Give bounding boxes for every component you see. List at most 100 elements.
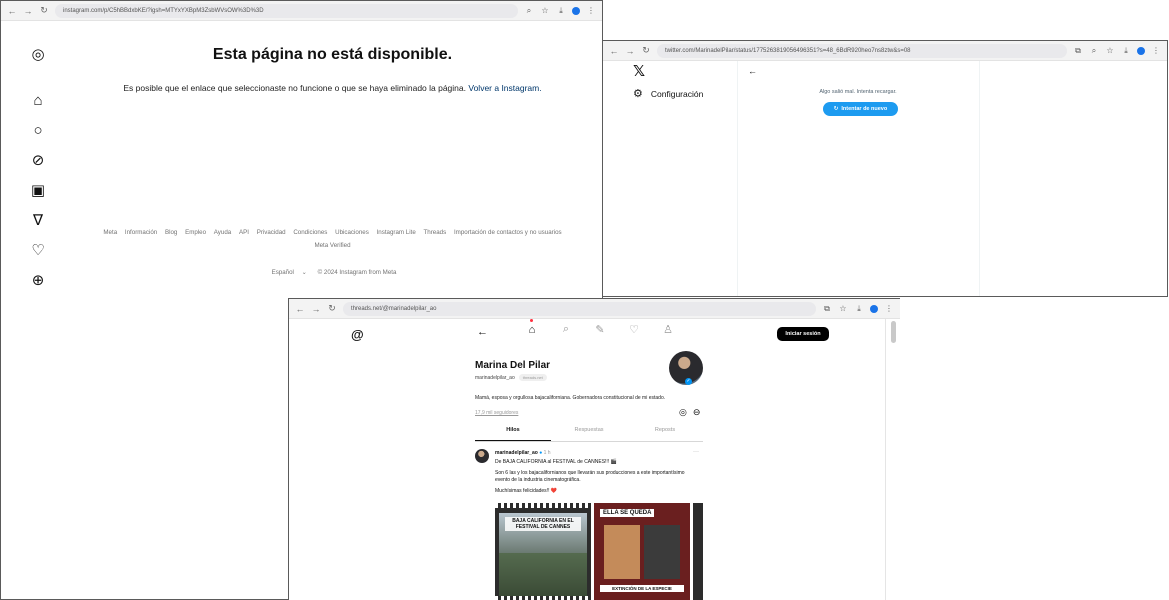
bookmark-star-icon[interactable]: ☆ <box>1105 46 1115 55</box>
refresh-icon: ↻ <box>833 106 839 112</box>
footer-link[interactable]: Ayuda <box>214 229 231 236</box>
footer: Meta Información Blog Empleo Ayuda API P… <box>61 226 602 279</box>
image-city <box>499 553 587 597</box>
footer-link[interactable]: Blog <box>165 229 177 236</box>
post-image-partial[interactable] <box>693 503 703 600</box>
post-image-cannes[interactable]: BAJA CALIFORNIA EN EL FESTIVAL DE CANNES <box>495 503 591 600</box>
back-arrow-icon[interactable]: ← <box>477 326 488 338</box>
footer-link[interactable]: Threads <box>424 229 447 236</box>
footer-link[interactable]: Información <box>125 229 157 236</box>
search-icon[interactable]: ⌕ <box>559 323 573 336</box>
settings-label: Configuración <box>650 88 704 99</box>
address-bar[interactable]: threads.net/@marinadelpilar_ao <box>343 301 816 316</box>
profile-avatar-icon[interactable] <box>870 304 878 313</box>
image-caption: EXTINCIÓN DE LA ESPECIE <box>600 585 684 592</box>
verified-badge-icon: ● <box>539 450 543 456</box>
explore-icon[interactable]: ⊘ <box>27 149 49 171</box>
footer-link[interactable]: Meta Verified <box>314 242 350 249</box>
reload-icon[interactable]: ↻ <box>39 5 49 16</box>
poster-photo <box>644 525 680 579</box>
zoom-icon[interactable]: ⌕ <box>524 6 534 16</box>
scrollbar-track <box>885 319 886 600</box>
menu-dots-icon[interactable]: ⋮ <box>586 6 596 15</box>
profile-actions: ◎ ⊖ <box>679 407 700 418</box>
gear-icon: ⚙ <box>633 88 643 100</box>
menu-dots-icon[interactable]: ⋮ <box>884 304 894 313</box>
address-bar[interactable]: instagram.com/p/C5hBBdxbKE/?igsh=MTYxYXB… <box>55 3 518 18</box>
poster-photo <box>604 525 640 579</box>
twitter-browser-toolbar: ← → ↻ twitter.com/MarinadelPilar/status/… <box>603 41 1167 61</box>
footer-link[interactable]: Instagram Lite <box>377 229 416 236</box>
heart-icon[interactable]: ♡ <box>627 323 641 336</box>
home-icon[interactable]: ⌂ <box>525 318 539 336</box>
zoom-icon[interactable]: ⌕ <box>1089 46 1099 56</box>
profile-handle-row: marinadelpilar_ao threads.net <box>475 374 547 381</box>
post-image-ella-se-queda[interactable]: ELLA SE QUEDA EXTINCIÓN DE LA ESPECIE <box>594 503 690 600</box>
footer-link[interactable]: Ubicaciones <box>335 229 369 236</box>
settings-link[interactable]: ⚙ Configuración <box>633 87 703 100</box>
instagram-logo-icon[interactable]: ◎ <box>27 43 49 65</box>
forward-icon[interactable]: → <box>625 46 635 56</box>
forward-icon[interactable]: → <box>311 304 321 314</box>
bookmark-star-icon[interactable]: ☆ <box>540 6 550 15</box>
post-username[interactable]: marinadelpilar_ao <box>495 450 538 456</box>
footer-link[interactable]: Privacidad <box>257 229 286 236</box>
post-line: Muchísimas felicidades!! ❤️ <box>495 488 558 494</box>
profile-avatar-icon[interactable] <box>1137 46 1145 55</box>
footer-link[interactable]: Meta <box>103 229 117 236</box>
reels-icon[interactable]: ▣ <box>27 179 49 201</box>
bookmark-star-icon[interactable]: ☆ <box>838 304 848 313</box>
threads-logo-icon[interactable]: @ <box>351 327 364 342</box>
threads-window: ← → ↻ threads.net/@marinadelpilar_ao ⧉ ☆… <box>288 298 900 600</box>
back-icon[interactable]: ← <box>295 304 305 314</box>
menu-dots-icon[interactable]: ⋮ <box>1151 46 1161 55</box>
reload-icon[interactable]: ↻ <box>327 303 337 314</box>
notifications-heart-icon[interactable]: ♡ <box>27 239 49 261</box>
footer-link[interactable]: API <box>239 229 249 236</box>
profile-bio: Mamá, esposa y orgullosa bajacalifornian… <box>475 395 666 401</box>
forward-icon[interactable]: → <box>23 6 33 16</box>
home-icon[interactable]: ⌂ <box>27 89 49 111</box>
open-in-app-icon[interactable]: ⧉ <box>822 304 832 314</box>
retry-label: Intentar de nuevo <box>841 106 888 112</box>
address-bar[interactable]: twitter.com/MarinadelPilar/status/177526… <box>657 43 1067 58</box>
tab-reposts[interactable]: Reposts <box>627 427 703 441</box>
error-message: Es posible que el enlace que seleccionas… <box>61 83 602 93</box>
login-button[interactable]: Iniciar sesión <box>777 327 829 341</box>
footer-links-row2: Meta Verified <box>61 239 602 252</box>
open-in-app-icon[interactable]: ⧉ <box>1073 46 1083 56</box>
profile-avatar-icon[interactable] <box>572 6 580 15</box>
back-to-instagram-link[interactable]: Volver a Instagram. <box>468 83 541 93</box>
footer-link[interactable]: Empleo <box>185 229 206 236</box>
column-divider <box>737 61 738 296</box>
threads-browser-toolbar: ← → ↻ threads.net/@marinadelpilar_ao ⧉ ☆… <box>289 299 900 319</box>
twitter-window: ← → ↻ twitter.com/MarinadelPilar/status/… <box>602 40 1168 297</box>
followers-link[interactable]: 17,9 mil seguidores <box>475 410 518 416</box>
x-logo-icon[interactable]: 𝕏 <box>633 62 645 80</box>
footer-link[interactable]: Importación de contactos y no usuarios <box>454 229 562 236</box>
language-selector[interactable]: Español ⌄ <box>269 269 310 276</box>
scrollbar-thumb[interactable] <box>891 321 896 343</box>
download-icon[interactable]: ⤓ <box>556 6 566 16</box>
back-arrow-icon[interactable]: ← <box>748 66 757 76</box>
tab-hilos[interactable]: Hilos <box>475 427 551 441</box>
compose-icon[interactable]: ✎ <box>593 323 607 336</box>
back-icon[interactable]: ← <box>609 46 619 56</box>
download-icon[interactable]: ⤓ <box>1121 46 1131 56</box>
url-text: instagram.com/p/C5hBBdxbKE/?igsh=MTYxYXB… <box>63 7 264 14</box>
profile-icon[interactable]: ♙ <box>661 323 675 336</box>
post-more-icon[interactable]: ··· <box>693 449 699 455</box>
search-icon[interactable]: ○ <box>27 119 49 141</box>
messages-icon[interactable]: ∇ <box>27 209 49 231</box>
post-avatar[interactable] <box>475 449 489 463</box>
retry-button[interactable]: ↻ Intentar de nuevo <box>823 102 898 116</box>
instagram-icon[interactable]: ◎ <box>679 407 687 418</box>
tab-respuestas[interactable]: Respuestas <box>551 427 627 441</box>
back-icon[interactable]: ← <box>7 6 17 16</box>
more-options-icon[interactable]: ⊖ <box>693 407 701 418</box>
download-icon[interactable]: ⤓ <box>854 304 864 314</box>
footer-link[interactable]: Condiciones <box>293 229 327 236</box>
copyright-text: © 2024 Instagram from Meta <box>317 269 397 276</box>
reload-icon[interactable]: ↻ <box>641 45 651 56</box>
create-plus-icon[interactable]: ⊕ <box>27 269 49 291</box>
